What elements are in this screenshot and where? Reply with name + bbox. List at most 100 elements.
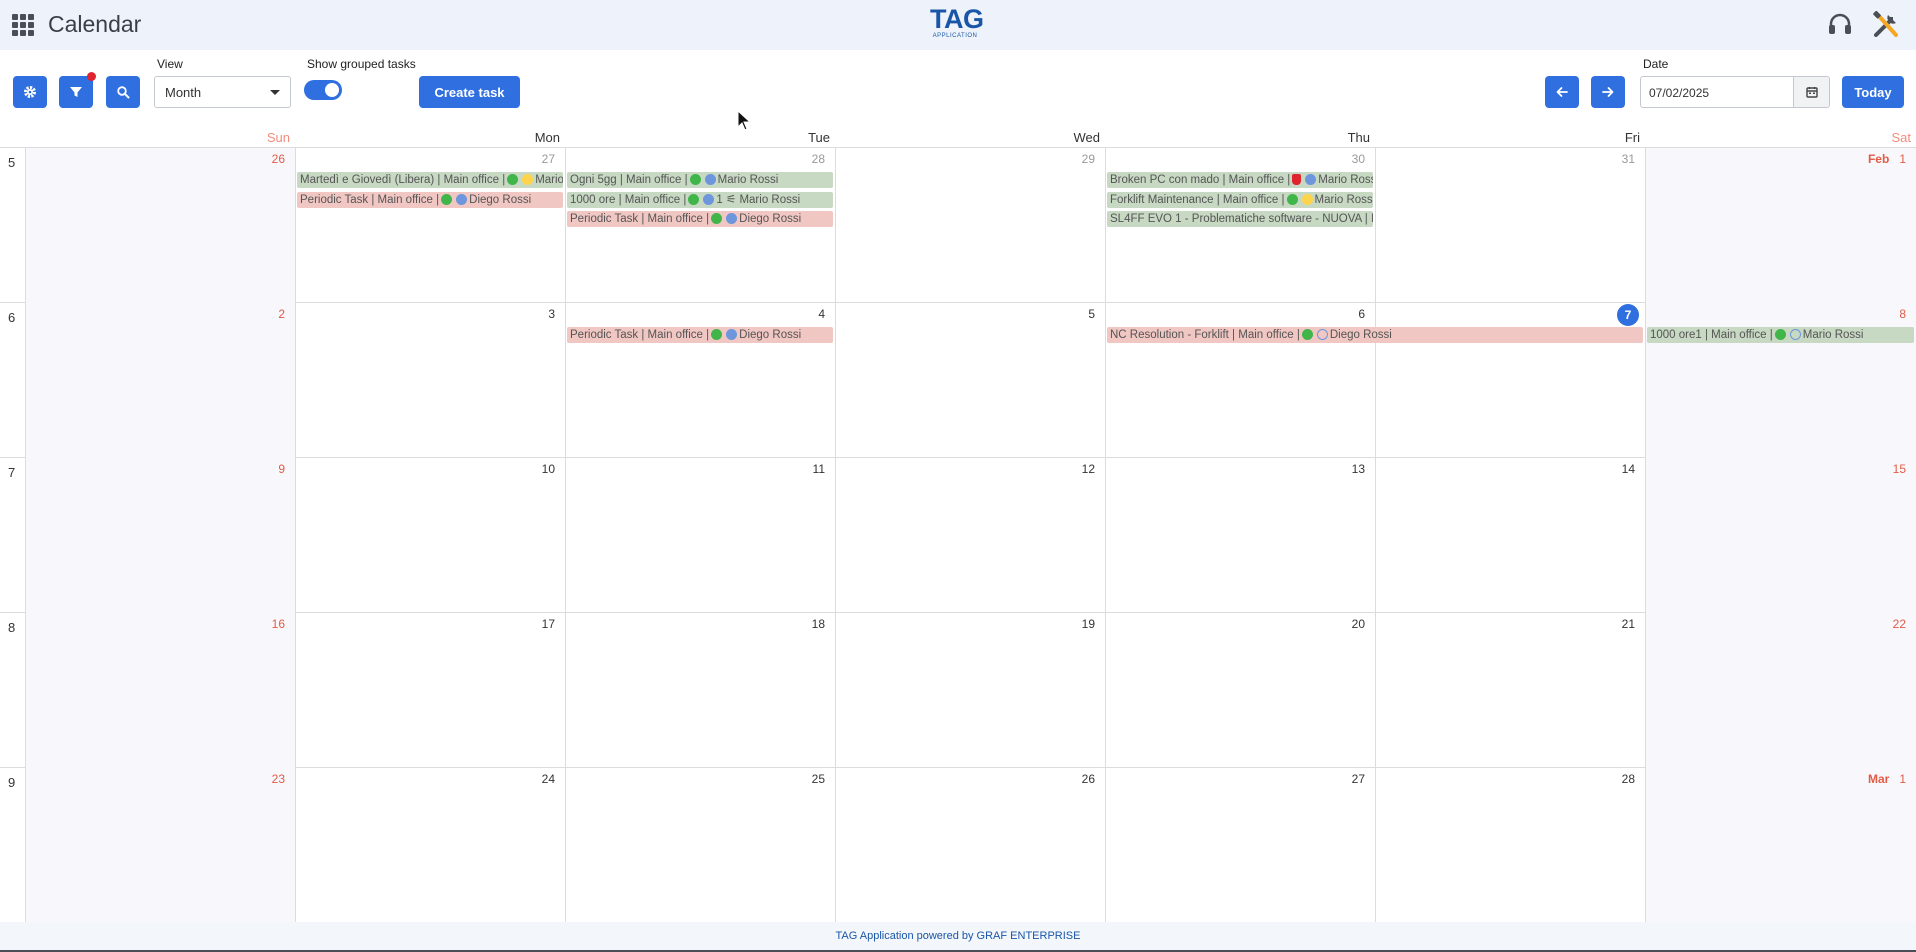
day-cell[interactable]: 13 bbox=[1105, 458, 1375, 613]
day-number[interactable]: 15 bbox=[1893, 462, 1906, 476]
day-number[interactable]: 28 bbox=[812, 152, 825, 166]
calendar-event[interactable]: Ogni 5gg | Main office | Mario Rossi bbox=[567, 172, 833, 188]
day-cell[interactable]: 28 bbox=[1375, 768, 1645, 923]
day-cell[interactable]: 10 bbox=[295, 458, 565, 613]
day-cell[interactable]: 25 bbox=[565, 768, 835, 923]
app-logo: TAG APPLICATION bbox=[930, 6, 984, 40]
day-cell[interactable]: 24 bbox=[295, 768, 565, 923]
day-number[interactable]: 21 bbox=[1622, 617, 1635, 631]
day-number[interactable]: 30 bbox=[1352, 152, 1365, 166]
day-number-text: 29 bbox=[1081, 152, 1095, 166]
event-title: 1000 ore1 | Main office | bbox=[1650, 329, 1773, 341]
create-task-button[interactable]: Create task bbox=[419, 76, 520, 108]
tools-icon[interactable] bbox=[1870, 9, 1902, 41]
day-cell[interactable]: 26 bbox=[25, 148, 295, 303]
day-cell[interactable]: 15 bbox=[1645, 458, 1916, 613]
day-cell[interactable]: 11 bbox=[565, 458, 835, 613]
day-cell[interactable]: 12 bbox=[835, 458, 1105, 613]
day-number[interactable]: 6 bbox=[1358, 307, 1365, 321]
day-cell[interactable]: 18 bbox=[565, 613, 835, 768]
day-cell[interactable]: 29 bbox=[835, 148, 1105, 303]
day-cell[interactable]: 14 bbox=[1375, 458, 1645, 613]
day-number-text: 1 bbox=[1899, 152, 1906, 166]
today-day-number[interactable]: 7 bbox=[1617, 304, 1639, 326]
day-number[interactable]: 14 bbox=[1622, 462, 1635, 476]
day-number[interactable]: 8 bbox=[1899, 307, 1906, 321]
day-cell[interactable]: 27 bbox=[1105, 768, 1375, 923]
day-number[interactable]: 2 bbox=[278, 307, 285, 321]
calendar-event[interactable]: Periodic Task | Main office | Diego Rossi bbox=[567, 211, 833, 227]
day-cell[interactable]: Mar 1 bbox=[1645, 768, 1916, 923]
day-cell[interactable]: 17 bbox=[295, 613, 565, 768]
day-number[interactable]: 19 bbox=[1082, 617, 1095, 631]
day-cell[interactable]: 21 bbox=[1375, 613, 1645, 768]
settings-button[interactable] bbox=[13, 76, 47, 108]
event-assignee: Mario bbox=[535, 174, 563, 186]
day-number[interactable]: 23 bbox=[272, 772, 285, 786]
day-number[interactable]: Feb 1 bbox=[1868, 152, 1906, 166]
day-number[interactable]: 31 bbox=[1622, 152, 1635, 166]
day-cell[interactable]: 16 bbox=[25, 613, 295, 768]
next-button[interactable] bbox=[1591, 76, 1625, 108]
day-cell[interactable]: 31 bbox=[1375, 148, 1645, 303]
day-number-text: 18 bbox=[811, 617, 825, 631]
day-number[interactable]: 20 bbox=[1352, 617, 1365, 631]
calendar-event[interactable]: SL4FF EVO 1 - Problematiche software - N… bbox=[1107, 211, 1373, 227]
day-number[interactable]: 11 bbox=[813, 462, 825, 476]
day-number[interactable]: 3 bbox=[548, 307, 555, 321]
day-number[interactable]: 17 bbox=[542, 617, 555, 631]
day-number[interactable]: 12 bbox=[1082, 462, 1095, 476]
day-number[interactable]: 18 bbox=[812, 617, 825, 631]
date-picker-button[interactable] bbox=[1793, 76, 1830, 108]
pending-icon bbox=[1789, 329, 1801, 340]
day-number[interactable]: 29 bbox=[1082, 152, 1095, 166]
calendar-event[interactable]: Broken PC con mado | Main office | Mario … bbox=[1107, 172, 1373, 188]
filter-button[interactable] bbox=[59, 72, 96, 108]
day-cell[interactable]: 26 bbox=[835, 768, 1105, 923]
day-number[interactable]: 26 bbox=[1082, 772, 1095, 786]
day-cell[interactable]: 23 bbox=[25, 768, 295, 923]
event-title: Broken PC con mado | Main office | bbox=[1110, 174, 1291, 186]
event-title: Periodic Task | Main office | bbox=[570, 213, 710, 225]
day-cell[interactable]: 3 bbox=[295, 303, 565, 458]
day-number[interactable]: 5 bbox=[1088, 307, 1095, 321]
day-cell[interactable]: 19 bbox=[835, 613, 1105, 768]
month-label: Feb bbox=[1867, 152, 1890, 166]
calendar-event[interactable]: Periodic Task | Main office | Diego Rossi bbox=[297, 191, 563, 208]
filter-icon bbox=[70, 87, 82, 97]
day-number[interactable]: 16 bbox=[272, 617, 285, 631]
calendar-event[interactable]: NC Resolution - Forklift | Main office |… bbox=[1107, 327, 1643, 343]
calendar-event[interactable]: 1000 ore | Main office | 1 ⚟ Mario Rossi bbox=[567, 191, 833, 208]
calendar-event[interactable]: Forklift Maintenance | Main office | Mari… bbox=[1107, 191, 1373, 208]
day-cell[interactable]: 5 bbox=[835, 303, 1105, 458]
calendar-event[interactable]: Periodic Task | Main office | Diego Rossi bbox=[567, 327, 833, 343]
day-cell[interactable]: 22 bbox=[1645, 613, 1916, 768]
day-cell[interactable]: Feb 1 bbox=[1645, 148, 1916, 303]
calendar-event[interactable]: 1000 ore1 | Main office | Mario Rossi bbox=[1647, 327, 1914, 343]
day-number[interactable]: 13 bbox=[1352, 462, 1365, 476]
day-number[interactable]: 10 bbox=[542, 462, 555, 476]
day-number[interactable]: 26 bbox=[272, 152, 285, 166]
day-number[interactable]: 24 bbox=[542, 772, 555, 786]
search-button[interactable] bbox=[106, 76, 140, 108]
calendar-event[interactable]: Martedì e Giovedì (Libera) | Main office… bbox=[297, 172, 563, 188]
day-number[interactable]: 9 bbox=[278, 462, 285, 476]
previous-button[interactable] bbox=[1545, 76, 1579, 108]
view-select[interactable]: Month bbox=[154, 76, 291, 108]
date-input[interactable]: 07/02/2025 bbox=[1640, 76, 1794, 108]
day-number[interactable]: 4 bbox=[818, 307, 825, 321]
today-button[interactable]: Today bbox=[1842, 76, 1904, 108]
apps-grid-icon[interactable] bbox=[12, 14, 34, 36]
day-number[interactable]: 27 bbox=[542, 152, 555, 166]
grouped-tasks-toggle[interactable] bbox=[304, 80, 342, 100]
day-cell[interactable]: 20 bbox=[1105, 613, 1375, 768]
day-number[interactable]: 27 bbox=[1352, 772, 1365, 786]
day-number[interactable]: 22 bbox=[1893, 617, 1906, 631]
day-cell[interactable]: 2 bbox=[25, 303, 295, 458]
day-number[interactable]: 25 bbox=[812, 772, 825, 786]
day-cell[interactable]: 9 bbox=[25, 458, 295, 613]
day-number[interactable]: Mar 1 bbox=[1868, 772, 1906, 786]
day-number[interactable]: 28 bbox=[1622, 772, 1635, 786]
event-assignee: Mario Rossi bbox=[1318, 174, 1373, 186]
headset-icon[interactable] bbox=[1827, 12, 1853, 38]
